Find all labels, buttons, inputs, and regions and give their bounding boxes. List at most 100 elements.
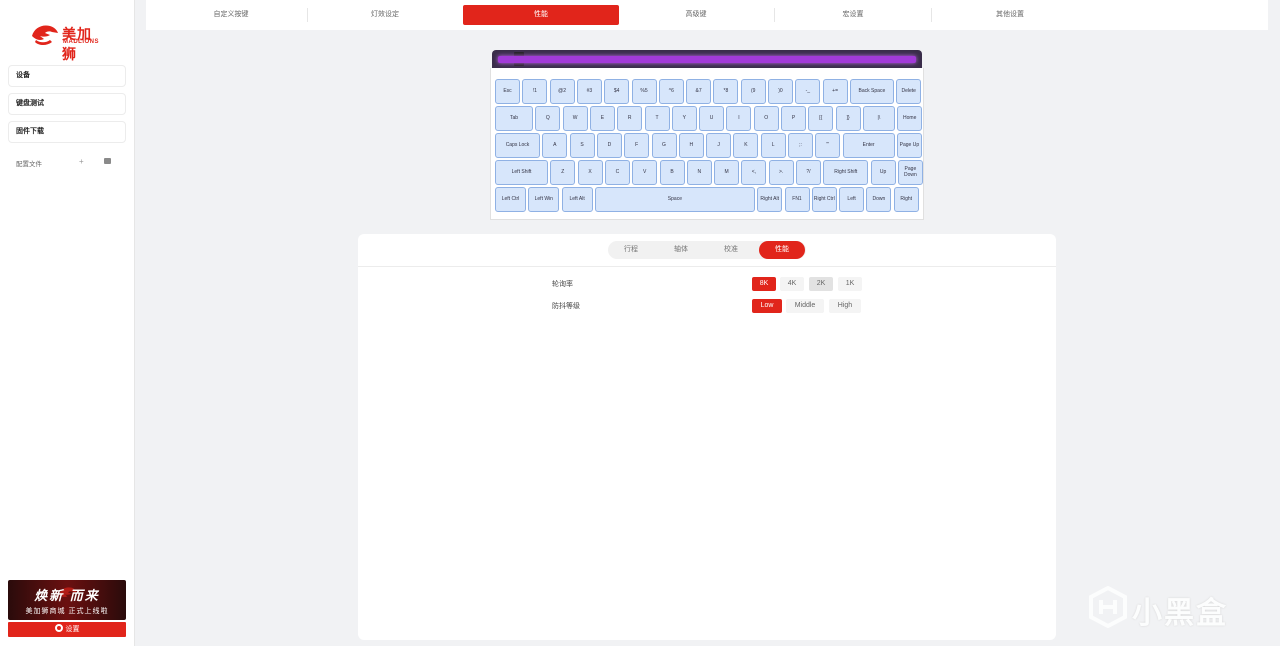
key-s[interactable]: S xyxy=(569,133,595,158)
key-delete[interactable]: Delete xyxy=(896,79,922,104)
polling-rate-1k[interactable]: 1K xyxy=(838,277,862,291)
key-left-win[interactable]: Left Win xyxy=(528,187,560,212)
key-k[interactable]: K xyxy=(733,133,759,158)
key-left-ctrl[interactable]: Left Ctrl xyxy=(495,187,526,212)
key-i[interactable]: I xyxy=(726,106,752,131)
key-5[interactable]: %5 xyxy=(631,79,657,104)
key-t[interactable]: T xyxy=(644,106,670,131)
settings-button[interactable]: 设置 xyxy=(8,622,126,637)
key-c[interactable]: C xyxy=(604,160,630,185)
key-8[interactable]: *8 xyxy=(713,79,739,104)
key-right-alt[interactable]: Right Alt xyxy=(757,187,783,212)
key-[interactable]: <, xyxy=(741,160,767,185)
key-g[interactable]: G xyxy=(651,133,677,158)
key-tab[interactable]: Tab xyxy=(495,106,533,131)
sidebar-item-keyboard-test[interactable]: 键盘测试 xyxy=(8,93,126,115)
key-right[interactable]: Right xyxy=(893,187,919,212)
polling-rate-2k[interactable]: 2K xyxy=(809,277,833,291)
polling-rate-4k[interactable]: 4K xyxy=(780,277,804,291)
key-[interactable]: += xyxy=(822,79,848,104)
key-9[interactable]: (9 xyxy=(740,79,766,104)
key-m[interactable]: M xyxy=(714,160,740,185)
key-l[interactable]: L xyxy=(760,133,786,158)
key-7[interactable]: &7 xyxy=(686,79,712,104)
debounce-low[interactable]: Low xyxy=(752,299,782,313)
key-caps-lock[interactable]: Caps Lock xyxy=(495,133,540,158)
key-x[interactable]: X xyxy=(577,160,603,185)
key-fn1[interactable]: FN1 xyxy=(784,187,810,212)
key-3[interactable]: #3 xyxy=(576,79,602,104)
key-h[interactable]: H xyxy=(678,133,704,158)
key-j[interactable]: J xyxy=(706,133,732,158)
key-home[interactable]: Home xyxy=(897,106,923,131)
profile-section: 配置文件 + xyxy=(16,157,116,170)
key-[interactable]: '" xyxy=(815,133,841,158)
promo-banner[interactable]: 焕新 而来 美加狮商城 正式上线啦 xyxy=(8,580,126,620)
tab-other-settings[interactable]: 其他设置 xyxy=(932,5,1088,25)
polling-rate-8k[interactable]: 8K xyxy=(752,277,776,291)
key-q[interactable]: Q xyxy=(535,106,561,131)
key-left[interactable]: Left xyxy=(839,187,865,212)
key-[interactable]: ?/ xyxy=(796,160,821,185)
key-4[interactable]: $4 xyxy=(604,79,630,104)
key-left-alt[interactable]: Left Alt xyxy=(561,187,593,212)
key-w[interactable]: W xyxy=(562,106,588,131)
key-v[interactable]: V xyxy=(632,160,658,185)
sidebar-item-device[interactable]: 设备 xyxy=(8,65,126,87)
key-space[interactable]: Space xyxy=(594,187,755,212)
key-d[interactable]: D xyxy=(596,133,622,158)
key-1[interactable]: !1 xyxy=(522,79,548,104)
key-esc[interactable]: Esc xyxy=(495,79,520,104)
key-6[interactable]: ^6 xyxy=(658,79,684,104)
tab-lighting[interactable]: 灯效设定 xyxy=(308,5,462,25)
tab-macro[interactable]: 宏设置 xyxy=(775,5,931,25)
polling-rate-label: 轮询率 xyxy=(552,281,573,288)
sub-tab-switch[interactable]: 轴体 xyxy=(658,241,704,259)
madlions-logo[interactable]: 美加狮 MADLIONS xyxy=(30,22,106,62)
key-b[interactable]: B xyxy=(659,160,685,185)
profile-label: 配置文件 xyxy=(16,161,42,168)
key-o[interactable]: O xyxy=(753,106,779,131)
folder-icon[interactable] xyxy=(104,158,111,164)
key-u[interactable]: U xyxy=(699,106,725,131)
key-[interactable]: |\ xyxy=(862,106,895,131)
key-down[interactable]: Down xyxy=(866,187,892,212)
key-[interactable]: [{ xyxy=(808,106,834,131)
key-[interactable]: ]} xyxy=(835,106,861,131)
debounce-label: 防抖等级 xyxy=(552,303,580,310)
tab-advanced-keys[interactable]: 高级键 xyxy=(619,5,773,25)
key-z[interactable]: Z xyxy=(550,160,576,185)
key-e[interactable]: E xyxy=(589,106,615,131)
key-r[interactable]: R xyxy=(617,106,643,131)
rgb-light-strip xyxy=(498,56,916,63)
keyboard-keys-area: Esc !1 @2 #3 $4 %5 ^6 &7 *8 (9)0 -_ += Back Space Del… xyxy=(490,68,924,220)
key-f[interactable]: F xyxy=(624,133,650,158)
tab-performance[interactable]: 性能 xyxy=(463,5,619,25)
add-profile-button[interactable]: + xyxy=(79,157,84,166)
key-back-space[interactable]: Back Space xyxy=(849,79,894,104)
key-left-shift[interactable]: Left Shift xyxy=(495,160,548,185)
key-a[interactable]: A xyxy=(542,133,568,158)
debounce-high[interactable]: High xyxy=(829,299,861,313)
key-[interactable]: -_ xyxy=(795,79,821,104)
key-2[interactable]: @2 xyxy=(549,79,575,104)
key-page-down[interactable]: Page Down xyxy=(897,160,923,185)
sidebar-item-firmware-download[interactable]: 固件下载 xyxy=(8,121,126,143)
key-[interactable]: >. xyxy=(768,160,794,185)
key-enter[interactable]: Enter xyxy=(842,133,895,158)
tab-custom-keys[interactable]: 自定义按键 xyxy=(154,5,308,25)
key-0[interactable]: )0 xyxy=(768,79,793,104)
key-up[interactable]: Up xyxy=(870,160,896,185)
key-n[interactable]: N xyxy=(686,160,712,185)
key-[interactable]: ;: xyxy=(788,133,813,158)
sub-tab-calibration[interactable]: 校准 xyxy=(708,241,754,259)
key-p[interactable]: P xyxy=(781,106,806,131)
key-y[interactable]: Y xyxy=(671,106,697,131)
sub-tab-travel[interactable]: 行程 xyxy=(608,241,654,259)
divider xyxy=(358,266,1056,267)
sub-tab-performance[interactable]: 性能 xyxy=(759,241,805,259)
key-page-up[interactable]: Page Up xyxy=(896,133,922,158)
key-right-ctrl[interactable]: Right Ctrl xyxy=(811,187,837,212)
key-right-shift[interactable]: Right Shift xyxy=(823,160,869,185)
debounce-middle[interactable]: Middle xyxy=(786,299,824,313)
